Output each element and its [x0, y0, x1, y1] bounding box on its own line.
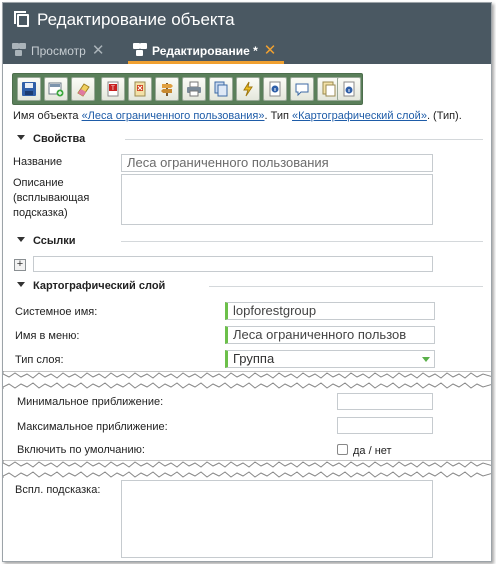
- doc-x-icon: [134, 81, 146, 97]
- system-name-label: Системное имя:: [15, 306, 98, 318]
- tool-lightning-icon: [243, 81, 253, 97]
- default-on-label: Включить по умолчанию:: [17, 444, 145, 456]
- max-zoom-input[interactable]: [337, 417, 433, 434]
- close-tab-view-icon[interactable]: ✕: [92, 40, 105, 62]
- torn-edge-divider: [3, 471, 491, 478]
- menu-name-input[interactable]: Леса ограниченного пользов: [225, 326, 435, 344]
- save-button[interactable]: [17, 77, 41, 101]
- torn-edge-divider: [3, 382, 491, 389]
- dropdown-arrow-icon[interactable]: [422, 357, 430, 362]
- object-type-link[interactable]: «Картографический слой»: [292, 110, 427, 122]
- print-icon: [187, 81, 201, 97]
- doc-info-button[interactable]: [337, 77, 361, 101]
- print-button[interactable]: [182, 77, 206, 101]
- eraser-icon: [77, 83, 90, 97]
- signpost-icon: [161, 83, 173, 96]
- section-properties[interactable]: Свойства: [13, 133, 483, 145]
- info-doc-button[interactable]: [263, 77, 287, 101]
- save-add-button[interactable]: [44, 77, 68, 101]
- layers-icon: [11, 43, 27, 57]
- collapse-arrow-icon[interactable]: [17, 135, 25, 140]
- signpost-button[interactable]: [155, 77, 179, 101]
- description-label-2: (всплывающая: [13, 192, 90, 204]
- window-copy-icon: [14, 11, 29, 27]
- doc-info-icon: [343, 81, 355, 97]
- section-map-layer[interactable]: Картографический слой: [13, 280, 483, 292]
- object-suffix: . (Тип).: [426, 110, 462, 122]
- object-name-link[interactable]: «Леса ограниченного пользования»: [82, 110, 265, 122]
- layer-type-select[interactable]: Группа: [225, 350, 435, 368]
- tab-edit[interactable]: Редактирование * ✕: [128, 40, 285, 64]
- copy-icon: [214, 81, 228, 97]
- delete-doc-button[interactable]: [128, 77, 152, 101]
- tab-edit-label: Редактирование *: [152, 44, 258, 58]
- text-style-button[interactable]: T: [101, 77, 125, 101]
- collapse-arrow-icon[interactable]: [17, 237, 25, 242]
- default-on-text: да / нет: [353, 445, 392, 457]
- menu-name-label: Имя в меню:: [15, 330, 80, 342]
- description-textarea[interactable]: [121, 174, 433, 225]
- tab-view-label: Просмотр: [31, 44, 86, 58]
- layer-type-label: Тип слоя:: [15, 354, 64, 366]
- section-links[interactable]: Ссылки: [13, 235, 483, 247]
- info-doc-icon: [269, 81, 281, 97]
- max-zoom-label: Максимальное приближение:: [17, 421, 168, 433]
- section-map-layer-title: Картографический слой: [33, 280, 166, 292]
- description-label-3: подсказка): [13, 207, 68, 219]
- collapse-arrow-icon[interactable]: [17, 282, 25, 287]
- layer-type-value: Группа: [233, 351, 275, 366]
- object-mid: . Тип: [264, 110, 293, 122]
- tooltip-textarea[interactable]: [121, 480, 433, 558]
- link-input[interactable]: [33, 256, 433, 272]
- save-add-icon: [48, 82, 64, 97]
- object-info-line: Имя объекта «Леса ограниченного пользова…: [13, 110, 489, 122]
- add-link-button[interactable]: +: [14, 259, 26, 271]
- default-on-checkbox[interactable]: [337, 444, 348, 455]
- object-prefix: Имя объекта: [13, 110, 82, 122]
- text-red-icon: T: [107, 81, 119, 97]
- name-input[interactable]: Леса ограниченного пользования: [121, 154, 433, 172]
- svg-text:T: T: [111, 86, 115, 92]
- window-title: Редактирование объекта: [37, 10, 235, 29]
- system-name-input[interactable]: lopforestgroup: [225, 302, 435, 320]
- clear-button[interactable]: [71, 77, 95, 101]
- name-label: Название: [13, 156, 63, 168]
- save-icon: [22, 82, 36, 96]
- layers-icon: [132, 43, 148, 57]
- tab-strip: Просмотр ✕ Редактирование * ✕: [3, 37, 491, 64]
- close-tab-edit-icon[interactable]: ✕: [264, 40, 277, 62]
- min-zoom-input[interactable]: [337, 393, 433, 410]
- section-links-title: Ссылки: [33, 235, 76, 247]
- min-zoom-label: Минимальное приближение:: [17, 396, 164, 408]
- tool-button[interactable]: [236, 77, 260, 101]
- toolbar: T: [12, 73, 363, 105]
- copy-button[interactable]: [209, 77, 233, 101]
- doc-copy-icon: [322, 81, 336, 97]
- description-label-1: Описание: [13, 177, 64, 189]
- edit-object-window: Редактирование объекта Просмотр ✕ Редакти…: [2, 2, 492, 562]
- title-bar: Редактирование объекта: [3, 3, 491, 37]
- comment-icon: [295, 83, 309, 97]
- tab-view[interactable]: Просмотр ✕: [11, 40, 104, 64]
- comment-button[interactable]: [290, 77, 314, 101]
- section-properties-title: Свойства: [33, 133, 86, 145]
- tooltip-label: Вспл. подсказка:: [15, 484, 101, 496]
